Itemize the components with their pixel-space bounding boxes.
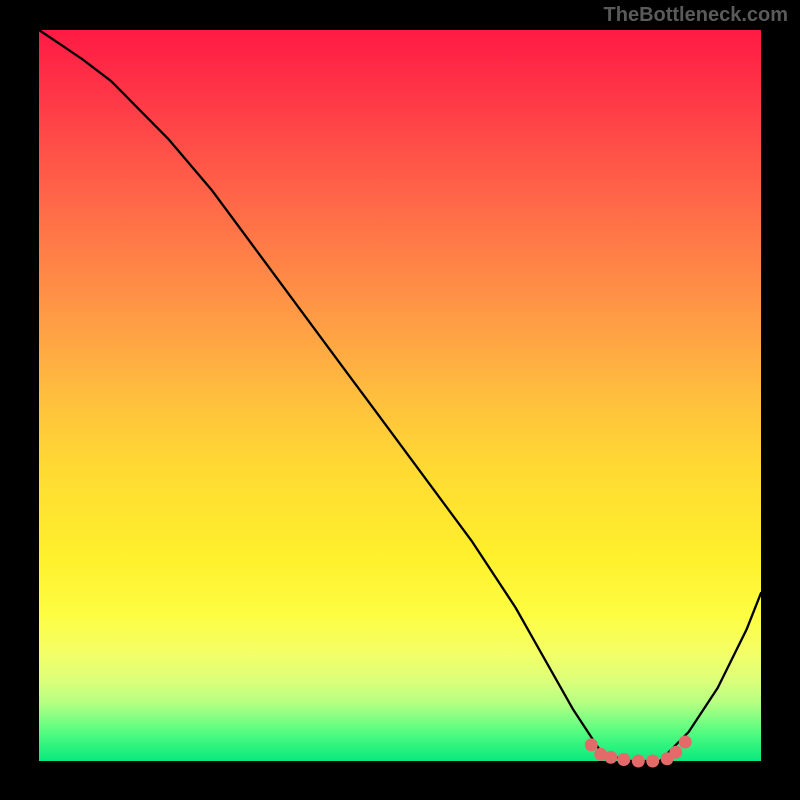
- chart-overlay: [0, 0, 800, 800]
- marker-dot: [617, 753, 630, 766]
- marker-dot: [669, 746, 682, 759]
- curve-line: [39, 30, 761, 761]
- marker-dot: [679, 736, 692, 749]
- marker-dot: [646, 755, 659, 768]
- marker-dot: [604, 751, 617, 764]
- marker-dot: [632, 755, 645, 768]
- marker-dot: [585, 738, 598, 751]
